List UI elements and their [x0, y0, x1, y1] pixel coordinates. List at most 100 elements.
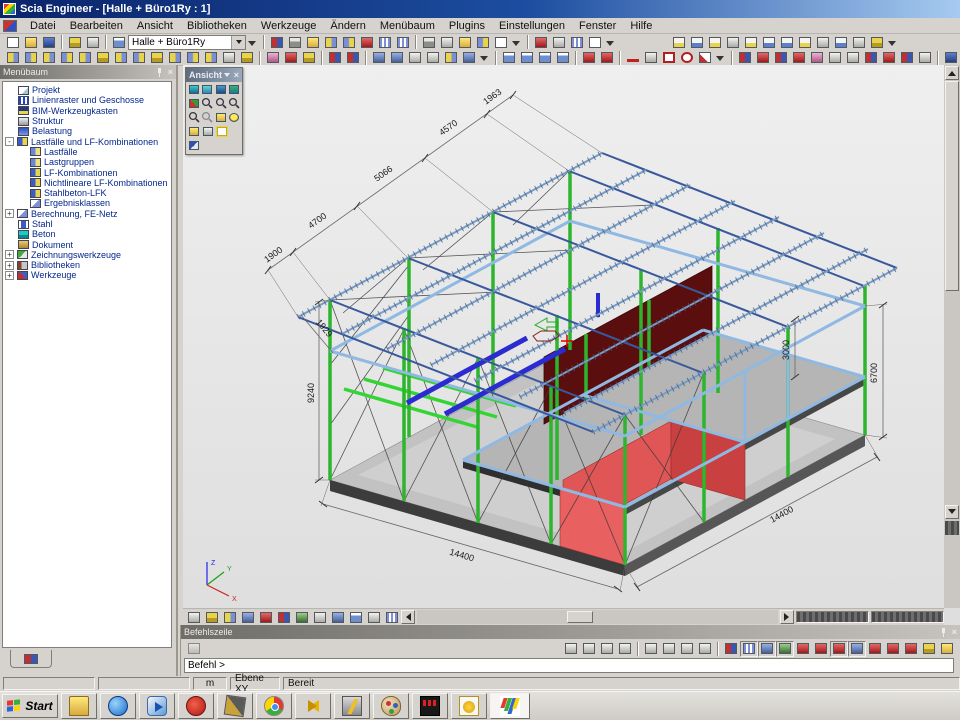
view-top-button[interactable] — [214, 82, 228, 96]
snap-settings-icon[interactable] — [938, 641, 956, 657]
select-tool-icon-7[interactable] — [844, 50, 862, 66]
scroll-down-button[interactable] — [945, 505, 959, 519]
tree-item-beton[interactable]: Beton — [3, 229, 171, 239]
window-tool-icon-3[interactable] — [536, 50, 554, 66]
clipboard-tool-icon-4[interactable] — [586, 34, 604, 50]
modify-tool-icon-3[interactable] — [300, 50, 318, 66]
angle-tool-icon[interactable] — [696, 50, 714, 66]
vp-tool-icon-5[interactable] — [293, 609, 311, 625]
structure-tool-icon-13[interactable] — [220, 50, 238, 66]
line-tool-icon[interactable] — [624, 50, 642, 66]
tree-item-stahlbeton-lfk[interactable]: Stahlbeton-LFK — [3, 188, 171, 198]
scroll-left-button[interactable] — [401, 610, 415, 624]
tree-item-zeichnungswerkzeuge[interactable]: +Zeichnungswerkzeuge — [3, 250, 171, 260]
snap-mode-icon-3[interactable] — [678, 641, 696, 657]
document-button[interactable] — [474, 34, 492, 50]
tree-tab[interactable] — [10, 650, 52, 668]
project-tool-icon-1[interactable] — [268, 34, 286, 50]
view-flag-icon-3[interactable] — [706, 34, 724, 50]
select-tool-icon-3[interactable] — [772, 50, 790, 66]
expand-icon[interactable]: + — [5, 250, 14, 259]
snap-ortho-icon[interactable] — [758, 641, 776, 657]
move-tool-icon-4[interactable] — [424, 50, 442, 66]
taskbar-commander-button[interactable] — [295, 693, 331, 719]
command-input[interactable] — [188, 660, 953, 671]
taskbar-internet-explorer-button[interactable] — [100, 693, 136, 719]
vp-tool-icon-9[interactable] — [365, 609, 383, 625]
tree-item-projekt[interactable]: Projekt — [3, 85, 171, 95]
expand-icon[interactable]: + — [5, 261, 14, 270]
3d-viewport[interactable]: 1900 4700 5066 4570 1963 9240 1929 6700 … — [183, 65, 960, 625]
zoom-all-button[interactable] — [187, 110, 201, 124]
select-tool-icon-4[interactable] — [790, 50, 808, 66]
structure-tool-icon-1[interactable] — [4, 50, 22, 66]
clipboard-tool-icon-1[interactable] — [532, 34, 550, 50]
select-tool-icon-1[interactable] — [736, 50, 754, 66]
clip-box-button[interactable] — [215, 124, 229, 138]
menu-hilfe[interactable]: Hilfe — [623, 19, 659, 33]
project-tool-icon-7[interactable] — [376, 34, 394, 50]
start-button[interactable]: Start — [2, 694, 58, 718]
select-tool-icon-9[interactable] — [880, 50, 898, 66]
tree-item-struktur[interactable]: Struktur — [3, 116, 171, 126]
window-layout-button[interactable] — [110, 34, 128, 50]
toolbar-overflow-icon[interactable] — [888, 41, 896, 50]
new-document-button[interactable] — [4, 34, 22, 50]
menu-fenster[interactable]: Fenster — [572, 19, 623, 33]
snap-mode-icon-4[interactable] — [696, 641, 714, 657]
vp-tool-icon-6[interactable] — [311, 609, 329, 625]
clip-icon-1[interactable] — [185, 609, 203, 625]
structure-tool-icon-4[interactable] — [58, 50, 76, 66]
structure-tool-icon-7[interactable] — [112, 50, 130, 66]
scroll-right-button[interactable] — [780, 610, 794, 624]
project-tool-icon-4[interactable] — [322, 34, 340, 50]
expand-icon[interactable]: + — [5, 271, 14, 280]
select-tool-icon-10[interactable] — [898, 50, 916, 66]
snap-endpoint-icon[interactable] — [794, 641, 812, 657]
snap-perpendicular-icon[interactable] — [848, 641, 866, 657]
delete-tool-icon-1[interactable] — [580, 50, 598, 66]
snap-dim-icon[interactable] — [920, 641, 938, 657]
circle-tool-icon[interactable] — [678, 50, 696, 66]
tree-item-nichtlineare[interactable]: Nichtlineare LF-Kombinationen — [3, 178, 171, 188]
vp-tool-icon-4[interactable] — [275, 609, 293, 625]
select-tool-icon-2[interactable] — [754, 50, 772, 66]
tree-item-bim[interactable]: BIM-Werkzeugkasten — [3, 106, 171, 116]
vp-tool-icon-2[interactable] — [239, 609, 257, 625]
print-button[interactable] — [420, 34, 438, 50]
menu-bibliotheken[interactable]: Bibliotheken — [180, 19, 254, 33]
scroll-up-button[interactable] — [945, 66, 959, 80]
view-axis-button[interactable] — [187, 96, 201, 110]
menu-einstellungen[interactable]: Einstellungen — [492, 19, 572, 33]
perspective-slider[interactable] — [796, 611, 869, 623]
view-flag-icon-1[interactable] — [670, 34, 688, 50]
menu-bearbeiten[interactable]: Bearbeiten — [63, 19, 130, 33]
light-button[interactable] — [228, 110, 242, 124]
window-tool-icon-4[interactable] — [554, 50, 572, 66]
snap-line-icon[interactable] — [902, 641, 920, 657]
view-flag-icon-10[interactable] — [832, 34, 850, 50]
structure-tool-icon-10[interactable] — [166, 50, 184, 66]
taskbar-red-hand-app-button[interactable] — [178, 693, 214, 719]
pin-icon[interactable] — [939, 628, 947, 636]
toolbar-overflow-icon[interactable] — [512, 41, 520, 50]
view-flag-icon-11[interactable] — [850, 34, 868, 50]
toolbar-overflow-icon[interactable] — [716, 56, 724, 65]
view-side-button[interactable] — [201, 82, 215, 96]
snap-point-icon-3[interactable] — [598, 641, 616, 657]
redo-button[interactable] — [84, 34, 102, 50]
project-tool-icon-2[interactable] — [286, 34, 304, 50]
structure-tool-icon-5[interactable] — [76, 50, 94, 66]
menu-ansicht[interactable]: Ansicht — [130, 19, 180, 33]
vp-tool-icon-7[interactable] — [329, 609, 347, 625]
tree-item-lastfaelle-lf[interactable]: -Lastfälle und LF-Kombinationen — [3, 136, 171, 146]
title-bar[interactable]: Scia Engineer - [Halle + Büro1Ry : 1] — [0, 0, 960, 18]
taskbar-scia-engineer-button[interactable] — [490, 693, 530, 719]
menu-menuebaum[interactable]: Menübaum — [373, 19, 442, 33]
structure-tool-icon-12[interactable] — [202, 50, 220, 66]
select-tool-icon-5[interactable] — [808, 50, 826, 66]
move-tool-icon-1[interactable] — [370, 50, 388, 66]
view-flag-icon-12[interactable] — [868, 34, 886, 50]
tree-item-dokument[interactable]: Dokument — [3, 239, 171, 249]
project-selector-dropdown[interactable] — [231, 36, 245, 49]
